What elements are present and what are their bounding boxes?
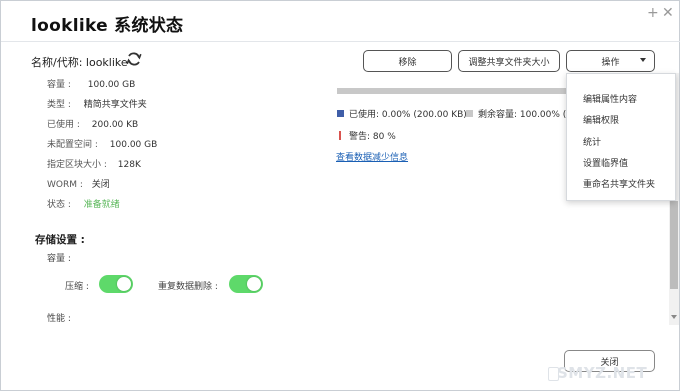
used-legend: 已使用: 0.00% (200.00 KB) bbox=[337, 107, 467, 120]
status-value: 准备就绪 bbox=[83, 200, 120, 210]
chevron-down-icon bbox=[640, 58, 646, 62]
dedup-label: 重复数据删除 : bbox=[158, 282, 218, 292]
info-key: 已使用 : bbox=[47, 120, 80, 130]
info-row-capacity: 容量 : 100.00 GB bbox=[47, 77, 135, 90]
usage-progress-bar bbox=[337, 88, 567, 94]
storage-settings-title: 存储设置 : bbox=[35, 234, 85, 246]
warning-marker bbox=[339, 131, 341, 140]
menu-item-rename-share[interactable]: 重命名共享文件夹 bbox=[583, 177, 655, 190]
scroll-down-icon[interactable] bbox=[671, 315, 677, 319]
info-value: 128K bbox=[117, 160, 141, 170]
warning-text: 警告: 80 % bbox=[349, 132, 396, 142]
info-key: 状态 : bbox=[47, 200, 71, 210]
watermark: SMYZ.NET bbox=[557, 364, 648, 382]
status-dialog: looklike 系统状态 + ✕ 名称/代称: looklike 容量 : 1… bbox=[0, 0, 680, 391]
remaining-legend: 剩余容量: 100.00% ( bbox=[466, 107, 566, 120]
resize-share-button[interactable]: 调整共享文件夹大小 bbox=[458, 50, 560, 72]
refresh-icon[interactable] bbox=[125, 50, 143, 68]
dedup-toggle[interactable] bbox=[229, 275, 263, 293]
info-key: 指定区块大小 : bbox=[47, 160, 107, 170]
menu-item-edit-permissions[interactable]: 编辑权限 bbox=[583, 113, 619, 126]
info-key: WORM : bbox=[47, 180, 83, 190]
toggle-knob bbox=[117, 277, 131, 291]
capacity-label: 容量 : bbox=[47, 254, 71, 264]
remaining-swatch bbox=[466, 110, 473, 117]
info-value: 精简共享文件夹 bbox=[83, 100, 147, 110]
menu-item-statistics[interactable]: 统计 bbox=[583, 135, 601, 148]
info-value: 100.00 GB bbox=[87, 80, 136, 90]
actions-button-label: 操作 bbox=[601, 57, 620, 68]
close-icon[interactable]: ✕ bbox=[662, 5, 674, 21]
used-swatch bbox=[337, 110, 344, 117]
actions-button[interactable]: 操作 bbox=[566, 50, 655, 72]
info-row-status: 状态 : 准备就绪 bbox=[47, 197, 120, 210]
scrollbar-thumb[interactable] bbox=[670, 201, 678, 289]
info-row-type: 类型 : 精简共享文件夹 bbox=[47, 97, 147, 110]
menu-item-set-threshold[interactable]: 设置临界值 bbox=[583, 156, 628, 169]
toggle-knob bbox=[247, 277, 261, 291]
actions-menu: 编辑属性内容 编辑权限 统计 设置临界值 重命名共享文件夹 bbox=[566, 73, 676, 201]
warning-threshold: 警告: 80 % bbox=[339, 129, 396, 142]
info-row-block-size: 指定区块大小 : 128K bbox=[47, 157, 141, 170]
view-data-reduction-link[interactable]: 查看数据减少信息 bbox=[336, 150, 408, 163]
menu-item-edit-properties[interactable]: 编辑属性内容 bbox=[583, 92, 637, 105]
title-divider bbox=[1, 41, 680, 42]
title-bar: looklike 系统状态 + ✕ bbox=[1, 1, 680, 41]
dialog-title: looklike 系统状态 bbox=[31, 16, 184, 36]
info-key: 类型 : bbox=[47, 100, 71, 110]
info-key: 容量 : bbox=[47, 80, 71, 90]
share-name-label: 名称/代称: looklike bbox=[31, 56, 128, 69]
info-row-unallocated: 未配置空间 : 100.00 GB bbox=[47, 137, 157, 150]
info-key: 未配置空间 : bbox=[47, 140, 98, 150]
info-value: 关闭 bbox=[91, 180, 110, 190]
info-row-worm: WORM : 关闭 bbox=[47, 177, 110, 190]
performance-label: 性能 : bbox=[47, 314, 71, 324]
compress-toggle[interactable] bbox=[99, 275, 133, 293]
info-value: 100.00 GB bbox=[109, 140, 158, 150]
remaining-text: 剩余容量: 100.00% ( bbox=[478, 110, 567, 120]
info-row-used: 已使用 : 200.00 KB bbox=[47, 117, 138, 130]
plus-icon[interactable]: + bbox=[647, 5, 659, 21]
used-text: 已使用: 0.00% (200.00 KB) bbox=[349, 110, 467, 120]
info-value: 200.00 KB bbox=[91, 120, 139, 130]
remove-button[interactable]: 移除 bbox=[363, 50, 452, 72]
remove-button-label: 移除 bbox=[398, 57, 417, 68]
resize-button-label: 调整共享文件夹大小 bbox=[468, 57, 550, 68]
compress-label: 压缩 : bbox=[65, 282, 89, 292]
